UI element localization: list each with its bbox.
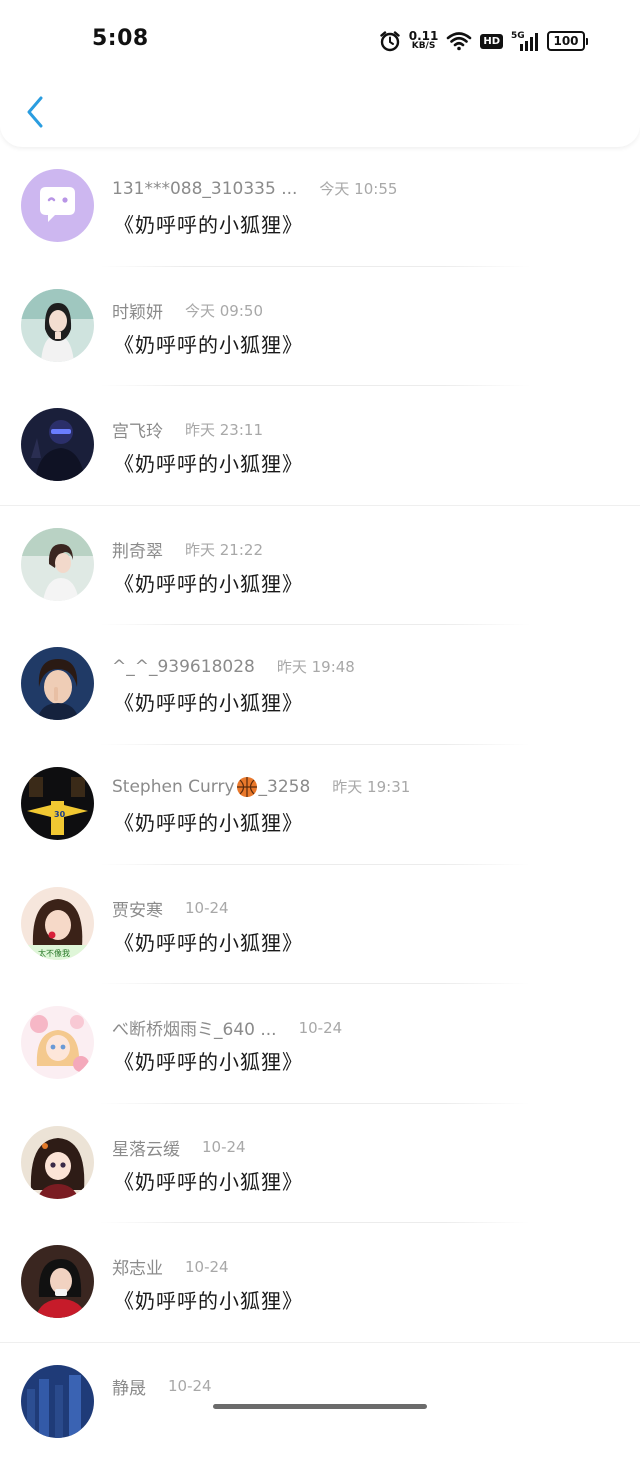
message-time: 今天 10:55 (319, 180, 398, 198)
list-item[interactable]: 静晟 10-24 (0, 1343, 640, 1463)
avatar: 太不像我 (21, 886, 94, 960)
list-item[interactable]: 太不像我 贾安寒 10-24 《奶呼呼的小狐狸》 (0, 865, 640, 985)
contact-name-text: ^_^_939618028 (112, 656, 255, 677)
basketball-icon (236, 776, 257, 797)
contact-name: 静晟 10-24 (112, 1374, 212, 1399)
wifi-icon (446, 31, 472, 51)
message-time: 昨天 23:11 (185, 421, 263, 440)
contact-name-text: 时颖妍 (112, 302, 163, 323)
list-item[interactable]: 荆奇翠 昨天 21:22 《奶呼呼的小狐狸》 (0, 506, 640, 626)
battery-indicator: 100 (547, 31, 588, 51)
contact-name: 荆奇翠 昨天 21:22 (112, 537, 263, 562)
list-item[interactable]: 宫飞玲 昨天 23:11 《奶呼呼的小狐狸》 (0, 386, 640, 506)
contact-list: 131***088_310335 ... 今天 10:55 《奶呼呼的小狐狸》 … (0, 147, 640, 1463)
contact-name-text: 星落云缓 (112, 1139, 180, 1160)
contact-name: 郑志业 10-24 (112, 1254, 229, 1280)
svg-text:30: 30 (54, 810, 66, 819)
message-time: 10-24 (168, 1377, 212, 1396)
list-item[interactable]: 131***088_310335 ... 今天 10:55 《奶呼呼的小狐狸》 (0, 147, 640, 267)
contact-name: べ断桥烟雨ミ_640 ... 10-24 (112, 1015, 343, 1041)
contact-name: 星落云缓 10-24 (112, 1135, 246, 1160)
list-item[interactable]: 星落云缓 10-24 《奶呼呼的小狐狸》 (0, 1104, 640, 1224)
list-item[interactable]: ^_^_939618028 昨天 19:48 《奶呼呼的小狐狸》 (0, 625, 640, 745)
message-time: 10-24 (185, 899, 229, 918)
hd-badge: HD (480, 33, 503, 49)
message-time: 10-24 (298, 1018, 343, 1037)
message-preview: 《奶呼呼的小狐狸》 (114, 571, 303, 596)
message-time: 昨天 19:48 (276, 658, 355, 677)
message-preview: 《奶呼呼的小狐狸》 (114, 332, 303, 357)
avatar (21, 408, 94, 482)
avatar-caption: 太不像我 (38, 948, 70, 958)
battery-tip (586, 37, 588, 45)
contact-name: 宫飞玲 昨天 23:11 (112, 417, 263, 442)
contact-name: 时颖妍 今天 09:50 (112, 298, 263, 323)
avatar (21, 288, 94, 362)
message-preview: 《奶呼呼的小狐狸》 (114, 691, 303, 716)
avatar (21, 1006, 94, 1080)
list-item[interactable]: 30 Stephen Curry _3258 昨天 19:31 《奶呼呼的小狐狸… (0, 745, 640, 865)
contact-name-text: べ断桥烟雨ミ_640 ... (112, 1020, 277, 1041)
contact-name: ^_^_939618028 昨天 19:48 (112, 656, 355, 677)
contact-name-text: 郑志业 (112, 1259, 163, 1280)
avatar (21, 169, 94, 242)
avatar (21, 1125, 94, 1199)
chevron-left-icon (27, 96, 43, 128)
message-time: 昨天 21:22 (185, 540, 263, 559)
network-speed: 0.11 KB/S (408, 29, 439, 51)
message-time: 10-24 (202, 1138, 246, 1157)
message-time: 昨天 19:31 (332, 778, 411, 797)
avatar (21, 1245, 94, 1319)
contact-name-text: 荆奇翠 (112, 541, 163, 562)
status-time: 5:08 (92, 26, 149, 51)
list-item[interactable]: 郑志业 10-24 《奶呼呼的小狐狸》 (0, 1223, 640, 1343)
list-item[interactable]: べ断桥烟雨ミ_640 ... 10-24 《奶呼呼的小狐狸》 (0, 984, 640, 1104)
back-button[interactable] (18, 92, 52, 132)
avatar (21, 1364, 94, 1438)
message-preview: 《奶呼呼的小狐狸》 (114, 1289, 303, 1314)
status-icons: 0.11 KB/S HD 5G 100 (379, 26, 588, 56)
contact-name: Stephen Curry _3258 昨天 19:31 (112, 776, 410, 798)
signal-label: 5G (511, 31, 525, 41)
list-item[interactable]: 时颖妍 今天 09:50 《奶呼呼的小狐狸》 (0, 267, 640, 387)
contact-name-text: 131***088_310335 ... (112, 178, 298, 199)
avatar (21, 647, 94, 721)
cellular-signal-icon: 5G (511, 30, 539, 52)
message-preview: 《奶呼呼的小狐狸》 (114, 1050, 303, 1075)
contact-name-suffix: _3258 (258, 776, 311, 797)
contact-name-text: 静晟 (112, 1378, 146, 1399)
message-time: 今天 09:50 (185, 301, 263, 320)
top-header: 5:08 0.11 KB/S HD 5G 100 (0, 0, 640, 147)
contact-name-text: 贾安寒 (112, 900, 163, 921)
battery-level: 100 (547, 31, 585, 51)
message-time: 10-24 (185, 1257, 229, 1276)
home-indicator[interactable] (213, 1404, 427, 1409)
contact-name-prefix: Stephen Curry (112, 776, 235, 797)
message-preview: 《奶呼呼的小狐狸》 (114, 452, 303, 477)
status-bar: 5:08 0.11 KB/S HD 5G 100 (0, 0, 640, 82)
message-preview: 《奶呼呼的小狐狸》 (114, 213, 303, 237)
contact-name: 131***088_310335 ... 今天 10:55 (112, 178, 397, 199)
network-speed-value: 0.11 (408, 29, 439, 43)
avatar: 30 (21, 766, 94, 840)
contact-name: 贾安寒 10-24 (112, 896, 229, 921)
message-preview: 《奶呼呼的小狐狸》 (114, 810, 303, 835)
network-speed-unit: KB/S (411, 41, 436, 51)
avatar (21, 527, 94, 601)
message-preview: 《奶呼呼的小狐狸》 (114, 930, 303, 955)
contact-name-text: 宫飞玲 (112, 422, 163, 443)
message-preview: 《奶呼呼的小狐狸》 (114, 1169, 303, 1194)
alarm-icon (379, 30, 401, 52)
